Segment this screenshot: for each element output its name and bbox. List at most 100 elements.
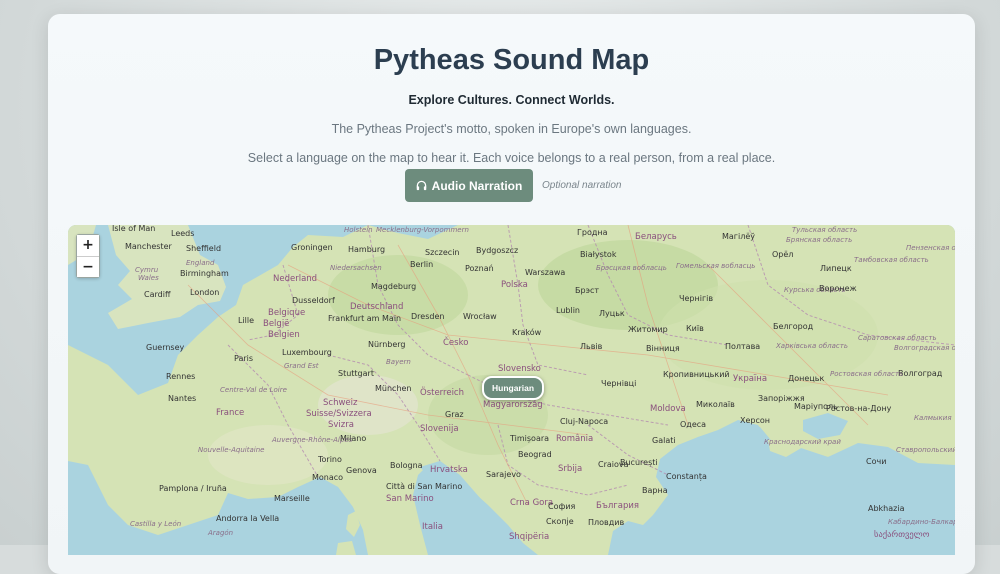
map-label: Andorra la Vella [216,515,279,523]
map-label: Sarajevo [486,471,521,479]
map-label: Wales [138,275,159,282]
map-label: Одеса [680,421,706,429]
map-label: Ставропольский край [896,447,955,454]
map-label: Guernsey [146,344,184,352]
zoom-in-button[interactable]: + [77,235,99,256]
audio-narration-button[interactable]: Audio Narration [405,169,533,202]
map-label: Миколаїв [696,401,735,409]
map-label: Genova [346,467,377,475]
map-label: Pamplona / Iruña [159,485,227,493]
map-label: Polska [501,281,528,290]
map-label: Centre-Val de Loire [220,387,287,394]
map-label: Пловдив [588,519,624,527]
map-label: Birmingham [180,270,229,278]
page-title: Pytheas Sound Map [48,44,975,77]
map-label: Monaco [312,474,343,482]
map-label: Тульская область [792,227,857,234]
optional-narration-note: Optional narration [542,180,622,191]
map-label: Marseille [274,495,310,503]
map-label: Belgique [268,309,305,318]
map-label: Cymru [135,267,158,274]
map-label: Milano [340,435,366,443]
map-label: Groningen [291,244,333,252]
zoom-control: + − [76,234,100,278]
map-label: Warszawa [525,269,565,277]
map-label: Cardiff [144,291,170,299]
map-label: საქართველო [874,531,929,540]
map-label: България [596,502,639,511]
map-label: Rennes [166,373,195,381]
map-label: România [556,435,593,444]
map-label: Hrvatska [430,466,468,475]
map-label: Калмыкия [914,415,952,422]
map-label: Magdeburg [371,283,416,291]
map-label: Paris [234,355,253,363]
map-label: Suisse/Svizzera [306,410,372,419]
map-label: Svizra [328,421,354,430]
map-label: Schweiz [323,399,357,408]
map-label: Castilla y León [130,521,181,528]
map-label: Гомельская вобласць [676,263,755,270]
map-label: Stuttgart [338,370,374,378]
language-marker-hungarian[interactable]: Hungarian [482,376,544,400]
map-label: Abkhazia [868,505,904,513]
map-label: Timișoara [510,435,549,443]
map-label: Česko [443,339,468,348]
map-label: Isle of Man [112,225,155,233]
map-label: Beograd [518,451,552,459]
map-label: Белгород [773,323,813,331]
map-label: Волгоград [898,370,942,378]
map-label: Lublin [556,307,580,315]
map-label: Варна [642,487,668,495]
map-label: München [375,385,412,393]
map-label: Leeds [171,230,194,238]
map-label: Харківська область [776,343,848,350]
map-label: Гродна [577,229,608,237]
map-label: Österreich [420,389,464,398]
map-label: Ростовская область [830,371,903,378]
map-label: London [190,289,219,297]
map-label: Slovensko [498,365,541,374]
map-label: Воронеж [819,285,857,293]
map-label: Dusseldorf [292,297,335,305]
map-label: Berlin [410,261,433,269]
map-label: București [620,459,658,467]
map-label: Srbija [558,465,582,474]
map-label: Bayern [386,359,411,366]
map-label: France [216,409,244,418]
map-label: Чернівці [601,380,636,388]
map-label: Волгоградская область [894,345,955,352]
map-label: Moldova [650,405,686,414]
map-label: Кабардино-Балкария [888,519,955,526]
map-label: Niedersachsen [330,265,382,272]
map-label: Nantes [168,395,196,403]
map-label: Львів [580,343,602,351]
map-label: Italia [422,523,443,532]
map-label: Kraków [512,329,541,337]
map-label: Скопје [546,518,574,526]
map-label: Nouvelle-Aquitaine [198,447,264,454]
map-label: Sheffield [186,245,221,253]
map-label: Брэсцкая вобласць [596,265,667,272]
map-label: Магілёў [722,233,755,241]
map-label: Poznań [465,265,494,273]
map-label: Luxembourg [282,349,332,357]
map-label: Липецк [820,265,852,273]
map-label: Graz [445,411,464,419]
map-label: Вінниця [646,345,680,353]
headphones-icon [416,180,427,191]
map-label: Holstein [344,227,373,234]
instruction-text: Select a language on the map to hear it.… [48,151,975,165]
map-label: Чернігів [679,295,713,303]
zoom-out-button[interactable]: − [77,256,99,277]
map-label: Torino [318,456,342,464]
map-label: Lille [238,317,254,325]
description-text: The Pytheas Project's motto, spoken in E… [48,122,975,136]
map-label: Брэст [575,287,599,295]
map-label: Херсон [740,417,770,425]
map-label: Aragón [208,530,233,537]
map-label: Hamburg [348,246,385,254]
map-label: Magyarország [483,401,543,410]
map-label: Ростов-на-Дону [826,405,891,413]
map-label: Bologna [390,462,423,470]
